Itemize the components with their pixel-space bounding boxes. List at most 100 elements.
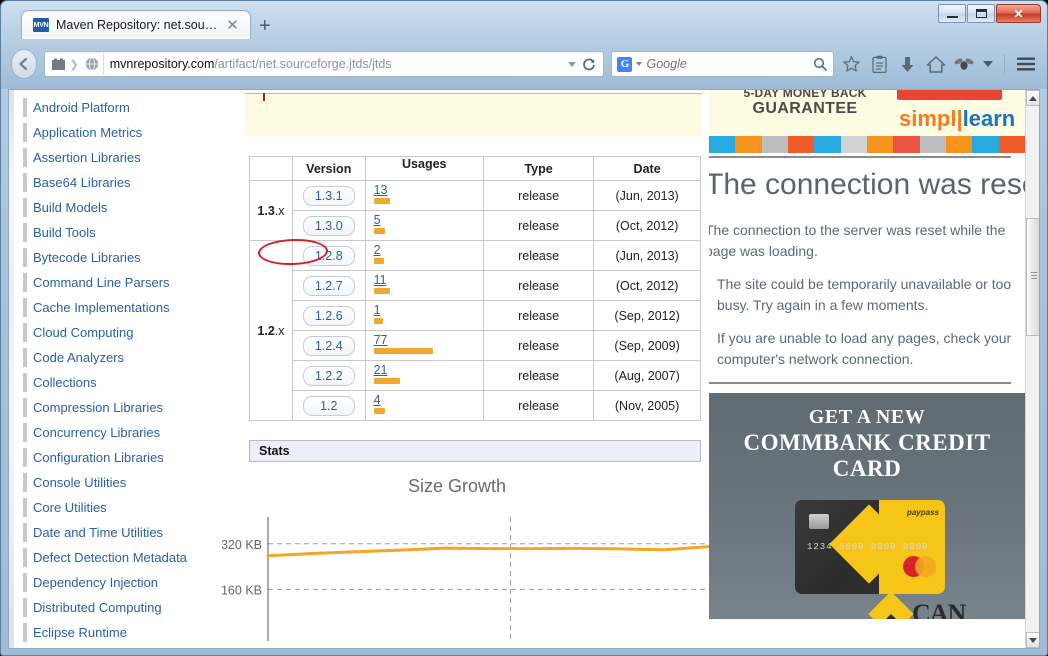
sidebar-item-label[interactable]: Bytecode Libraries — [33, 250, 141, 265]
sidebar-item-dependency-injection[interactable]: Dependency Injection — [9, 570, 222, 595]
sidebar-item-label[interactable]: Assertion Libraries — [33, 150, 141, 165]
search-bar[interactable]: G — [611, 51, 835, 77]
sidebar-item-label[interactable]: Cache Implementations — [33, 300, 170, 315]
sidebar-item-label[interactable]: Eclipse Runtime — [33, 625, 127, 640]
sidebar-item-command-line-parsers[interactable]: Command Line Parsers — [9, 270, 222, 295]
usages-count-link[interactable]: 5 — [374, 214, 483, 227]
scrollbar-up-arrow[interactable] — [1026, 90, 1039, 106]
sidebar-item-label[interactable]: Console Utilities — [33, 475, 126, 490]
scrollbar-thumb[interactable] — [1026, 218, 1039, 336]
close-button[interactable]: ✕ — [996, 4, 1041, 23]
sidebar-item-label[interactable]: Core Utilities — [33, 500, 107, 515]
scrollbar-down-arrow[interactable] — [1026, 632, 1039, 648]
banner-cta-button[interactable] — [897, 90, 1002, 100]
sidebar-item-android-platform[interactable]: Android Platform — [9, 95, 222, 120]
usages-count-link[interactable]: 21 — [374, 364, 483, 377]
reader-list-icon[interactable] — [869, 51, 890, 77]
version-link[interactable]: 1.2.6 — [302, 305, 355, 326]
right-column: 5-DAY MONEY BACK GUARANTEE simpl|learn T… — [709, 90, 1025, 648]
sidebar-item-eclipse-runtime[interactable]: Eclipse Runtime — [9, 620, 222, 645]
version-link[interactable]: 1.2.4 — [302, 335, 355, 356]
sidebar-item-label[interactable]: Command Line Parsers — [33, 275, 170, 290]
version-link[interactable]: 1.3.1 — [302, 185, 355, 206]
overflow-chevron-icon[interactable] — [981, 51, 995, 77]
sidebar-item-build-tools[interactable]: Build Tools — [9, 220, 222, 245]
sidebar-item-label[interactable]: Code Analyzers — [33, 350, 124, 365]
sidebar-item-label[interactable]: Build Tools — [33, 225, 96, 240]
sidebar-item-assertion-libraries[interactable]: Assertion Libraries — [9, 145, 222, 170]
back-button[interactable] — [11, 49, 38, 79]
version-link[interactable]: 1.2 — [302, 395, 355, 416]
sidebar-item-label[interactable]: Defect Detection Metadata — [33, 550, 187, 565]
site-identity-chip[interactable]: ❯ — [49, 53, 104, 75]
addon-icon[interactable] — [953, 51, 974, 77]
card-chip-icon — [809, 514, 829, 529]
type-cell: release — [482, 180, 595, 211]
column-header-type: Type — [482, 156, 595, 181]
sidebar-item-label[interactable]: Android Platform — [33, 100, 130, 115]
sidebar-item-configuration-libraries[interactable]: Configuration Libraries — [9, 445, 222, 470]
version-link[interactable]: 1.2.8 — [302, 245, 355, 266]
search-input[interactable] — [646, 57, 810, 71]
sidebar-item-code-analyzers[interactable]: Code Analyzers — [9, 345, 222, 370]
sidebar-item-cache-implementations[interactable]: Cache Implementations — [9, 295, 222, 320]
chart-svg: 160 KB 320 KB — [222, 517, 709, 641]
page-scrollbar[interactable] — [1025, 90, 1039, 648]
sidebar-item-build-models[interactable]: Build Models — [9, 195, 222, 220]
search-magnifier-icon[interactable] — [813, 57, 828, 72]
sidebar-item-concurrency-libraries[interactable]: Concurrency Libraries — [9, 420, 222, 445]
sidebar-item-label[interactable]: Build Models — [33, 200, 107, 215]
sidebar-item-console-utilities[interactable]: Console Utilities — [9, 470, 222, 495]
new-tab-button[interactable]: + — [251, 13, 279, 39]
sidebar-item-label[interactable]: Date and Time Utilities — [33, 525, 163, 540]
reload-icon[interactable] — [582, 57, 596, 71]
sidebar-item-collections[interactable]: Collections — [9, 370, 222, 395]
usages-count-link[interactable]: 77 — [374, 334, 483, 347]
simplilearn-ad-banner[interactable]: 5-DAY MONEY BACK GUARANTEE simpl|learn — [709, 90, 1025, 136]
restore-button[interactable] — [967, 4, 995, 23]
sidebar-item-label[interactable]: Application Metrics — [33, 125, 142, 140]
sidebar-item-distributed-computing[interactable]: Distributed Computing — [9, 595, 222, 620]
sidebar-item-label[interactable]: Base64 Libraries — [33, 175, 131, 190]
usages-count-link[interactable]: 1 — [374, 304, 483, 317]
sidebar-item-date-and-time-utilities[interactable]: Date and Time Utilities — [9, 520, 222, 545]
sidebar-item-label[interactable]: Distributed Computing — [33, 600, 162, 615]
minimize-button[interactable] — [938, 4, 966, 23]
sidebar-item-label[interactable]: Concurrency Libraries — [33, 425, 160, 440]
sidebar-item-base64-libraries[interactable]: Base64 Libraries — [9, 170, 222, 195]
simplilearn-logo: simpl|learn — [899, 106, 1015, 132]
tab-close-icon[interactable]: ✕ — [224, 18, 241, 33]
address-bar[interactable]: ❯ mvnrepository.com/artifact/net.sourcef… — [44, 51, 605, 77]
sidebar-item-core-utilities[interactable]: Core Utilities — [9, 495, 222, 520]
sidebar-item-label[interactable]: Configuration Libraries — [33, 450, 164, 465]
home-icon[interactable] — [925, 51, 946, 77]
commbank-brand-mark: CAN — [868, 591, 966, 619]
sidebar-item-application-metrics[interactable]: Application Metrics — [9, 120, 222, 145]
sidebar-item-label[interactable]: Cloud Computing — [33, 325, 133, 340]
url-dropdown-icon[interactable] — [568, 61, 577, 67]
usages-count-link[interactable]: 2 — [374, 244, 483, 257]
sidebar-item-label[interactable]: Dependency Injection — [33, 575, 158, 590]
usages-count-link[interactable]: 11 — [374, 274, 483, 287]
back-arrow-icon — [19, 57, 28, 71]
sidebar-item-defect-detection-metadata[interactable]: Defect Detection Metadata — [9, 545, 222, 570]
inline-ad-banner[interactable] — [245, 93, 702, 136]
sidebar-item-bytecode-libraries[interactable]: Bytecode Libraries — [9, 245, 222, 270]
tab-maven-repository[interactable]: MVN Maven Repository: net.sou… ✕ — [21, 10, 251, 39]
sidebar-item-cloud-computing[interactable]: Cloud Computing — [9, 320, 222, 345]
search-engine-chevron-icon[interactable] — [636, 62, 643, 66]
version-link[interactable]: 1.2.7 — [302, 275, 355, 296]
menu-hamburger-icon[interactable] — [1014, 51, 1037, 77]
sidebar-item-compression-libraries[interactable]: Compression Libraries — [9, 395, 222, 420]
downloads-icon[interactable] — [897, 51, 918, 77]
version-link[interactable]: 1.2.2 — [302, 365, 355, 386]
usages-count-link[interactable]: 4 — [374, 394, 483, 407]
commbank-credit-card-ad[interactable]: GET A NEW COMMBANK CREDIT CARD Learn mor… — [709, 393, 1025, 619]
sidebar-item-label[interactable]: Compression Libraries — [33, 400, 163, 415]
sidebar-item-label[interactable]: Collections — [33, 375, 97, 390]
version-link[interactable]: 1.3.0 — [302, 215, 355, 236]
address-bar-actions — [568, 57, 599, 71]
usages-count-link[interactable]: 13 — [374, 184, 483, 197]
bookmark-star-icon[interactable] — [841, 51, 862, 77]
sidebar-item-embedded-sql-databases[interactable]: Embedded SQL Databases — [9, 645, 222, 648]
